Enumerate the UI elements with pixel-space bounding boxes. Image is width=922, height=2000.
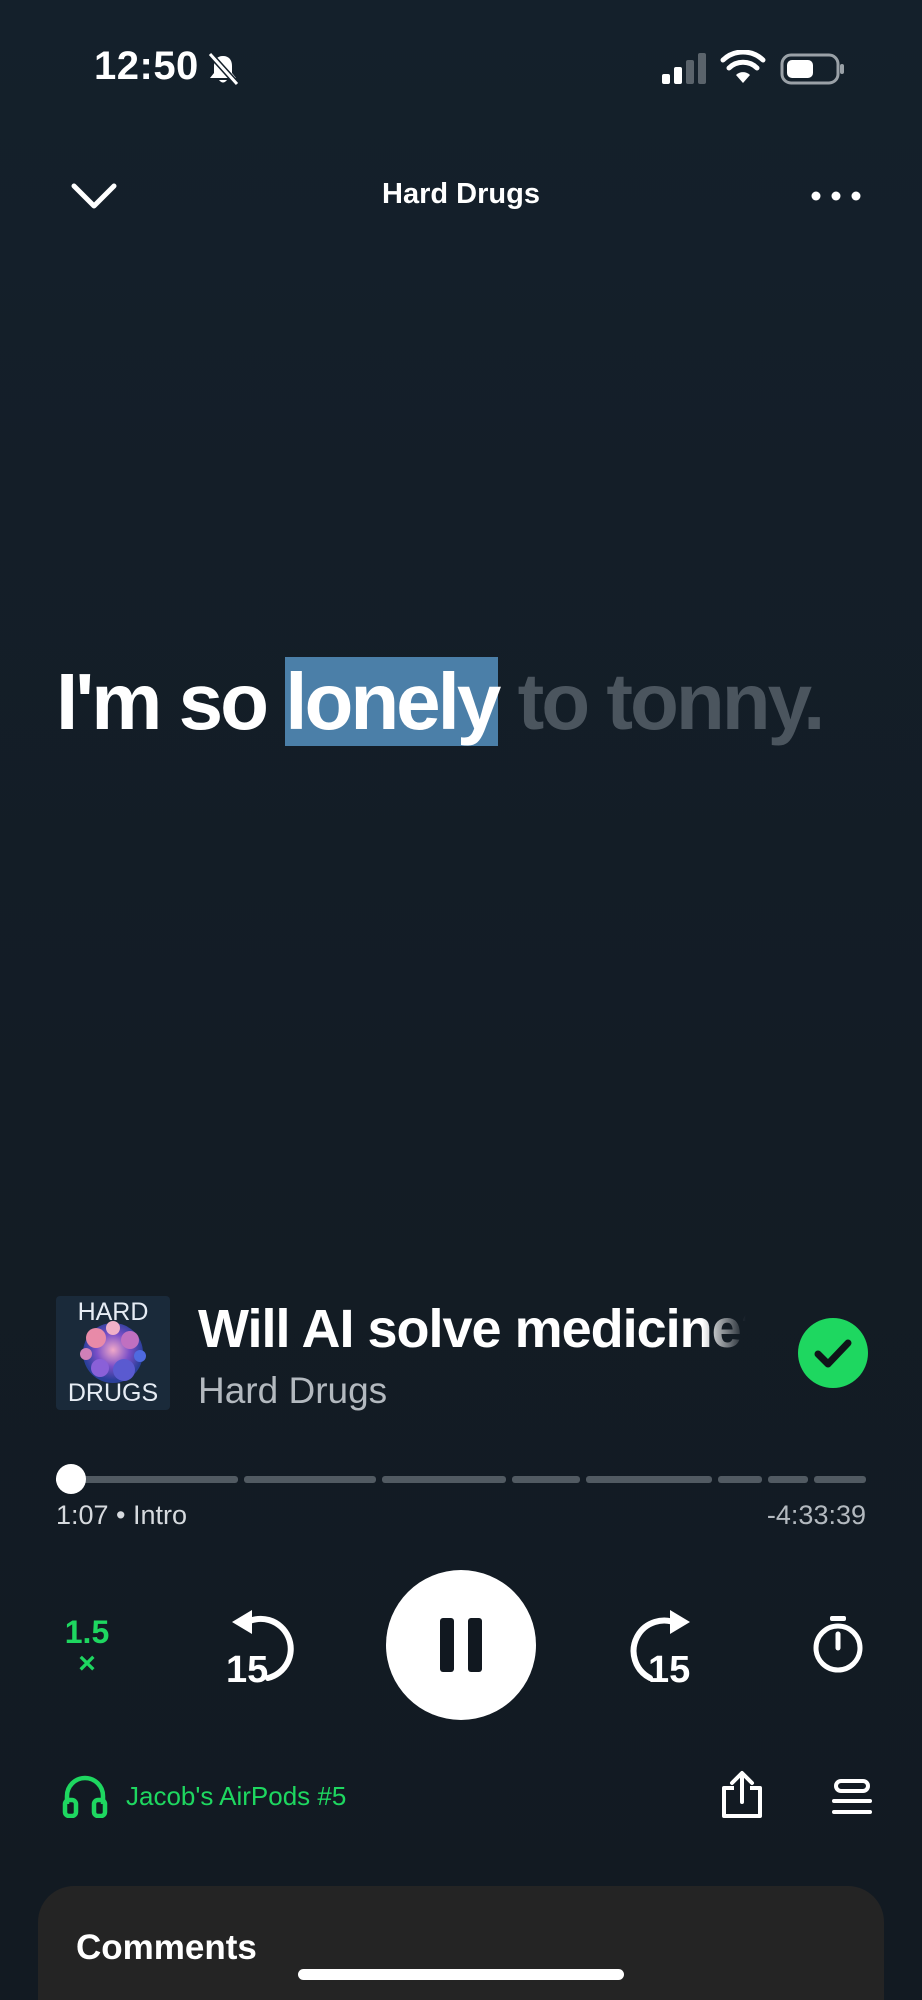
transcript-current-word: lonely (285, 657, 501, 746)
skip-forward-button[interactable]: 15 (620, 1606, 700, 1691)
cover-text-bottom: DRUGS (67, 1379, 159, 1407)
sleep-timer-icon[interactable] (810, 1614, 866, 1674)
added-to-library-button[interactable] (798, 1318, 868, 1388)
chapter-segment (382, 1476, 506, 1483)
transcript-line: I'm so lonely to tonny. (56, 650, 876, 754)
bell-slash-icon (207, 51, 240, 87)
headphones-icon (62, 1775, 108, 1818)
chapter-track (56, 1476, 866, 1483)
home-indicator[interactable] (298, 1969, 624, 1980)
skip-forward-seconds: 15 (648, 1649, 690, 1686)
check-icon (814, 1339, 852, 1368)
now-playing-screen: 12:50 Hard Drugs I'm so lonely to tonny.… (0, 0, 922, 2000)
more-icon[interactable] (808, 174, 864, 218)
player-header: Hard Drugs (0, 160, 922, 232)
chapter-segment (768, 1476, 808, 1483)
progress-thumb[interactable] (56, 1464, 86, 1494)
time-row: 1:07 • Intro -4:33:39 (56, 1500, 866, 1536)
transcript-word: so (178, 657, 269, 746)
playback-speed-button[interactable]: 1.5 × (60, 1614, 114, 1684)
chapter-segment (244, 1476, 376, 1483)
transcript-word: I'm (56, 657, 162, 746)
remaining-time: -4:33:39 (766, 1500, 866, 1530)
elapsed-time: 1:07 • Intro (56, 1500, 188, 1530)
battery-icon (780, 53, 844, 85)
connected-device-button[interactable]: Jacob's AirPods #5 (62, 1774, 346, 1818)
chapter-segment (718, 1476, 762, 1483)
comments-title: Comments (76, 1928, 257, 1967)
episode-title[interactable]: Will AI solve medicine? (198, 1298, 746, 1360)
device-name: Jacob's AirPods #5 (126, 1780, 347, 1811)
bottom-row: Jacob's AirPods #5 (0, 1764, 922, 1828)
transcript-word: to (517, 657, 590, 746)
skip-back-button[interactable]: 15 (222, 1606, 302, 1691)
status-time: 12:50 (94, 44, 199, 88)
pause-bar-left (440, 1618, 454, 1672)
status-bar: 12:50 (0, 0, 922, 130)
episode-info: HARD DRUGS Will AI solve medicine? Hard … (0, 1296, 922, 1412)
transcript-word: tonny. (606, 657, 825, 746)
episode-cover-art[interactable]: HARD DRUGS (56, 1296, 170, 1410)
chapter-segment (814, 1476, 866, 1483)
playback-controls: 1.5 × 15 15 (0, 1570, 922, 1720)
queue-icon[interactable] (832, 1778, 872, 1816)
progress-bar[interactable] (56, 1460, 866, 1500)
cellular-signal-icon (662, 53, 706, 84)
forward-15-icon: 15 (630, 1610, 690, 1691)
header-title: Hard Drugs (382, 178, 540, 210)
skip-back-seconds: 15 (226, 1649, 268, 1686)
pause-button[interactable] (386, 1570, 536, 1720)
show-name[interactable]: Hard Drugs (198, 1370, 387, 1412)
comments-panel[interactable]: Comments (38, 1886, 884, 2000)
wifi-icon (720, 50, 766, 83)
share-icon[interactable] (720, 1770, 764, 1820)
pause-bar-right (468, 1618, 482, 1672)
chapter-segment (512, 1476, 580, 1483)
rewind-15-icon: 15 (226, 1610, 294, 1691)
speed-value: 1.5 (64, 1614, 110, 1650)
speed-suffix: × (78, 1647, 96, 1680)
chapter-segment (586, 1476, 712, 1483)
